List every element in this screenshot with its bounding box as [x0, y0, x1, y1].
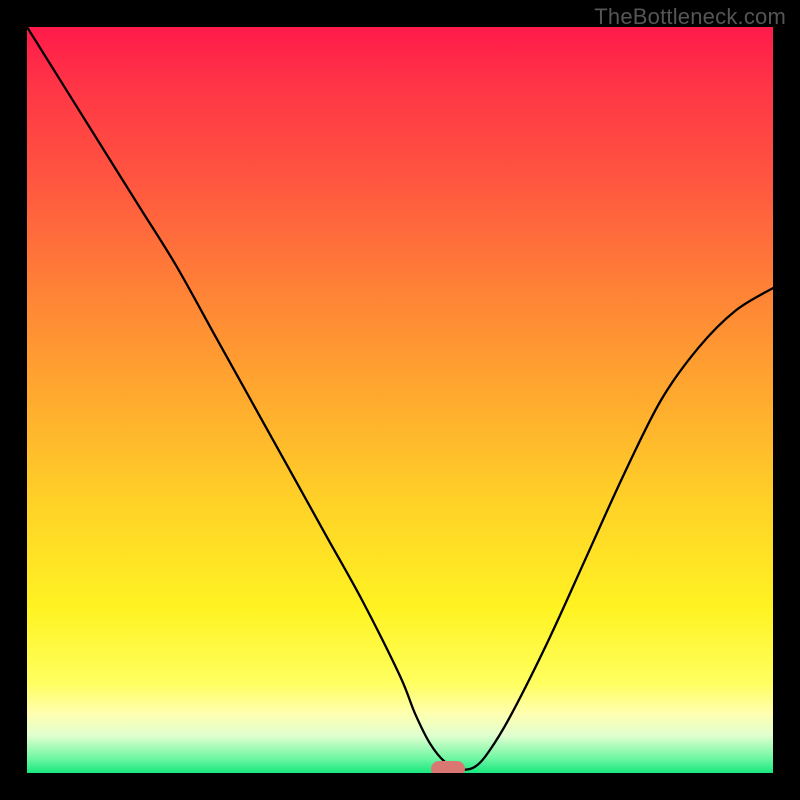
- plot-area: [27, 27, 773, 773]
- chart-frame: TheBottleneck.com: [0, 0, 800, 800]
- bottleneck-curve-path: [27, 27, 773, 770]
- optimal-point-marker: [431, 761, 465, 773]
- watermark-label: TheBottleneck.com: [594, 4, 786, 30]
- bottleneck-curve-svg: [27, 27, 773, 773]
